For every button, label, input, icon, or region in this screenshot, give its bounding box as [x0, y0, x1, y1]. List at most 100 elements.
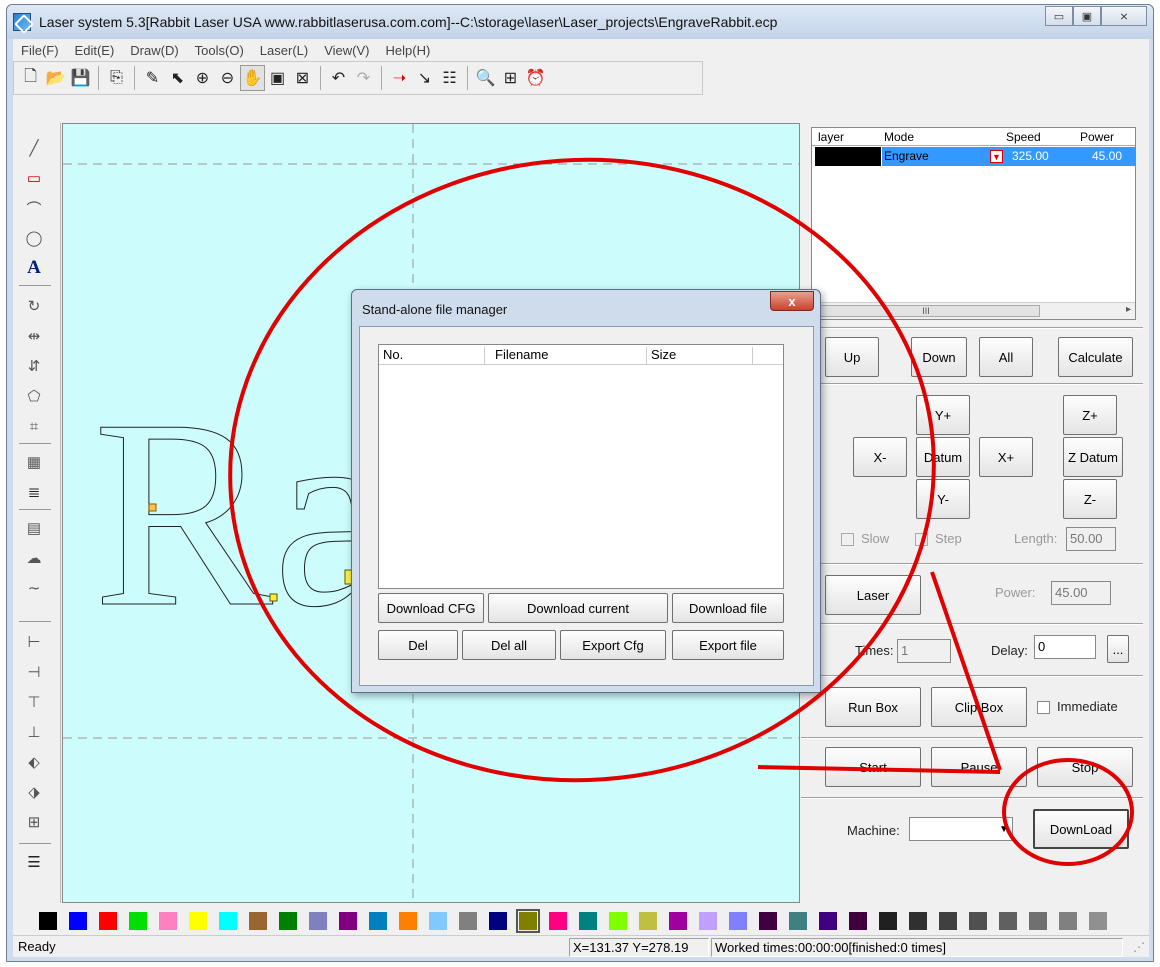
delete-all-button[interactable]: Del all	[462, 630, 556, 660]
pan-hand-icon[interactable]: ✋	[240, 65, 265, 91]
download-cfg-button[interactable]: Download CFG	[378, 593, 484, 623]
move-down-button[interactable]: Down	[911, 337, 967, 377]
delete-button[interactable]: Del	[378, 630, 458, 660]
palette-swatch[interactable]	[189, 912, 207, 930]
palette-swatch[interactable]	[39, 912, 57, 930]
palette-swatch[interactable]	[279, 912, 297, 930]
dialog-close-button[interactable]: x	[770, 291, 814, 311]
timer-icon[interactable]: ⏰	[523, 65, 548, 91]
layer-table[interactable]: layer Mode Speed Power Engrave ▼ 325.00 …	[811, 127, 1136, 320]
rectangle-tool-icon[interactable]: ▭	[23, 167, 45, 189]
palette-swatch[interactable]	[219, 912, 237, 930]
palette-swatch[interactable]	[759, 912, 777, 930]
node-edit-icon[interactable]: ⬠	[23, 385, 45, 407]
layer-speed[interactable]: 325.00	[1012, 149, 1049, 163]
maximize-button[interactable]: ▣	[1073, 6, 1101, 26]
layer-mode[interactable]: Engrave	[884, 149, 929, 163]
column-filename[interactable]: Filename	[485, 347, 647, 365]
offset-tool-icon[interactable]: ☁	[23, 547, 45, 569]
palette-swatch[interactable]	[459, 912, 477, 930]
palette-swatch[interactable]	[1089, 912, 1107, 930]
delay-browse-button[interactable]: ...	[1107, 635, 1129, 663]
line-tool-icon[interactable]: ╱	[23, 137, 45, 159]
palette-swatch[interactable]	[579, 912, 597, 930]
export-cfg-button[interactable]: Export Cfg	[560, 630, 666, 660]
align-vcenter-icon[interactable]: ⬖	[23, 751, 45, 773]
move-up-button[interactable]: Up	[825, 337, 879, 377]
align-hcenter-icon[interactable]: ⬗	[23, 781, 45, 803]
palette-swatch[interactable]	[369, 912, 387, 930]
step-checkbox[interactable]	[915, 533, 928, 546]
download-current-button[interactable]: Download current	[488, 593, 668, 623]
align-left-icon[interactable]: ⊢	[23, 631, 45, 653]
delay-field[interactable]: 0	[1034, 635, 1096, 659]
palette-swatch[interactable]	[999, 912, 1017, 930]
resize-grip-icon[interactable]: ⋰	[1133, 940, 1145, 954]
redo-icon[interactable]: ↷	[351, 65, 376, 91]
ellipse-tool-icon[interactable]: ◯	[23, 227, 45, 249]
fit-view-icon[interactable]: ⊠	[290, 65, 315, 91]
palette-swatch[interactable]	[669, 912, 687, 930]
palette-swatch[interactable]	[99, 912, 117, 930]
title-bar[interactable]: Laser system 5.3[Rabbit Laser USA www.ra…	[7, 5, 1153, 39]
align-bottom-icon[interactable]: ⊥	[23, 721, 45, 743]
immediate-checkbox[interactable]	[1037, 701, 1050, 714]
align-top-icon[interactable]: ⊤	[23, 691, 45, 713]
palette-swatch[interactable]	[789, 912, 807, 930]
z-datum-button[interactable]: Z Datum	[1063, 437, 1123, 477]
new-file-icon[interactable]: 🗋	[18, 65, 43, 91]
machine-dropdown-icon[interactable]: ▼	[997, 820, 1011, 838]
array-icon[interactable]: ☷	[437, 65, 462, 91]
times-field[interactable]: 1	[897, 639, 951, 663]
stop-button[interactable]: Stop	[1037, 747, 1133, 787]
palette-swatch[interactable]	[639, 912, 657, 930]
minimize-button[interactable]: ▭	[1045, 6, 1073, 26]
layers-icon[interactable]: ☰	[23, 851, 45, 873]
export-file-button[interactable]: Export file	[672, 630, 784, 660]
select-all-button[interactable]: All	[979, 337, 1033, 377]
palette-swatch[interactable]	[489, 912, 507, 930]
column-no[interactable]: No.	[379, 347, 485, 365]
y-plus-button[interactable]: Y+	[916, 395, 970, 435]
z-plus-button[interactable]: Z+	[1063, 395, 1117, 435]
line-order-icon[interactable]: ↘	[412, 65, 437, 91]
y-minus-button[interactable]: Y-	[916, 479, 970, 519]
length-field[interactable]: 50.00	[1066, 527, 1116, 551]
palette-swatch[interactable]	[249, 912, 267, 930]
zoom-in-icon[interactable]: ⊕	[190, 65, 215, 91]
hatch-fill-icon[interactable]: ≣	[23, 481, 45, 503]
palette-swatch[interactable]	[969, 912, 987, 930]
menu-help[interactable]: Help(H)	[378, 43, 439, 58]
crop-tool-icon[interactable]: ⌗	[23, 415, 45, 437]
layer-power[interactable]: 45.00	[1092, 149, 1122, 163]
center-page-icon[interactable]: ⊞	[23, 811, 45, 833]
calculate-button[interactable]: Calculate	[1058, 337, 1133, 377]
close-button[interactable]: ⨯	[1101, 6, 1147, 26]
start-button[interactable]: Start	[825, 747, 921, 787]
open-folder-icon[interactable]: 📂	[43, 65, 68, 91]
engraving-text[interactable]: Ra	[93, 364, 394, 664]
run-box-button[interactable]: Run Box	[825, 687, 921, 727]
menu-edit[interactable]: Edit(E)	[67, 43, 123, 58]
scrollbar-thumb[interactable]: III	[812, 305, 1040, 317]
palette-swatch[interactable]	[699, 912, 717, 930]
menu-draw[interactable]: Draw(D)	[122, 43, 186, 58]
undo-icon[interactable]: ↶	[326, 65, 351, 91]
zoom-out-icon[interactable]: ⊖	[215, 65, 240, 91]
menu-laser[interactable]: Laser(L)	[252, 43, 316, 58]
mirror-horizontal-icon[interactable]: ⇹	[23, 325, 45, 347]
rotate-tool-icon[interactable]: ↻	[23, 295, 45, 317]
save-icon[interactable]: 💾	[68, 65, 93, 91]
scroll-right-icon[interactable]: ▸	[1126, 304, 1131, 315]
file-list[interactable]: No. Filename Size	[378, 344, 784, 589]
menu-view[interactable]: View(V)	[316, 43, 377, 58]
layer-row[interactable]: Engrave ▼ 325.00 45.00	[812, 147, 1136, 167]
palette-swatch[interactable]	[1029, 912, 1047, 930]
palette-swatch[interactable]	[69, 912, 87, 930]
laser-fire-button[interactable]: Laser	[825, 575, 921, 615]
select-node-icon[interactable]: ⬉	[165, 65, 190, 91]
cut-path-icon[interactable]: ➝	[387, 65, 412, 91]
palette-swatch[interactable]	[549, 912, 567, 930]
palette-swatch[interactable]	[609, 912, 627, 930]
palette-swatch[interactable]	[729, 912, 747, 930]
